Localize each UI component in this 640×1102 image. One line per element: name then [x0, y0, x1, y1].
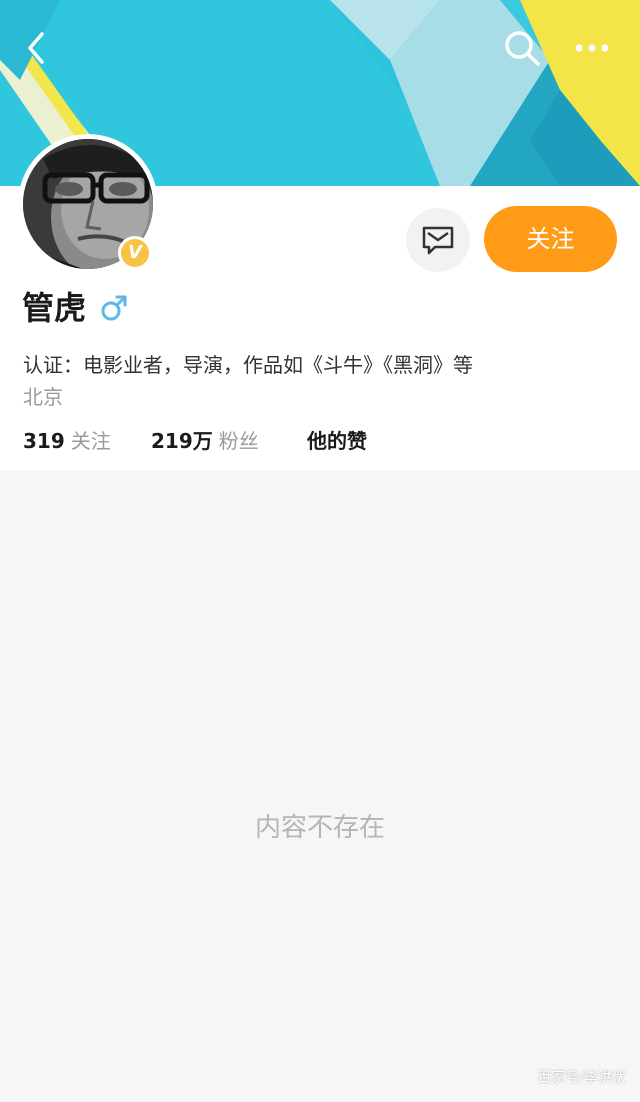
likes-stat[interactable]: 他的赞 [307, 426, 367, 456]
empty-content-text: 内容不存在 [254, 813, 385, 843]
following-count: 319 [23, 429, 65, 453]
more-icon [575, 44, 609, 52]
location-text: 北京 [23, 385, 63, 409]
user-name: 管虎 [22, 289, 87, 327]
fans-stat[interactable]: 219万 粉丝 [151, 426, 259, 456]
message-button[interactable] [406, 208, 470, 272]
more-button[interactable] [572, 36, 612, 60]
verified-icon: V [121, 239, 149, 267]
fans-label: 粉丝 [218, 429, 259, 453]
certification-text: 认证：电影业者，导演，作品如《斗牛》《黑洞》等 [23, 353, 473, 377]
search-button[interactable] [502, 28, 542, 68]
back-button[interactable] [22, 30, 52, 66]
message-icon [422, 226, 454, 255]
following-stat[interactable]: 319 关注 [23, 426, 111, 456]
watermark: 百家号/李洪伏 [537, 1070, 626, 1086]
following-label: 关注 [70, 429, 111, 453]
verified-badge: V [118, 236, 152, 270]
male-gender-icon [101, 295, 127, 321]
fans-count: 219万 [151, 429, 213, 453]
search-icon [505, 31, 540, 66]
follow-button[interactable]: 关注 [484, 206, 617, 272]
back-icon [28, 32, 44, 64]
